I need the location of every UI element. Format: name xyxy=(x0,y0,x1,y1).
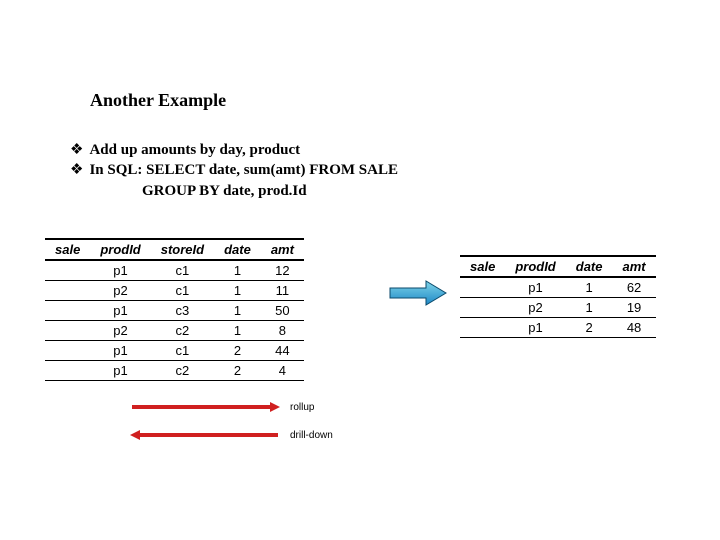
bullet-text: In SQL: SELECT date, sum(amt) FROM SALE xyxy=(89,160,398,180)
col-header: prodId xyxy=(90,239,150,260)
table-row: p2 1 19 xyxy=(460,298,656,318)
cell: p1 xyxy=(505,277,565,298)
cell: p1 xyxy=(90,301,150,321)
cell: c1 xyxy=(151,281,214,301)
source-table: sale prodId storeId date amt p1 c1 1 12 … xyxy=(45,238,304,381)
cell: 19 xyxy=(612,298,655,318)
cell: p1 xyxy=(90,341,150,361)
cell: c1 xyxy=(151,260,214,281)
arrow-right-icon xyxy=(388,278,448,313)
cell: 8 xyxy=(261,321,304,341)
cell: c2 xyxy=(151,321,214,341)
cell: p2 xyxy=(90,321,150,341)
bullet-item: ❖ In SQL: SELECT date, sum(amt) FROM SAL… xyxy=(70,160,398,180)
cell: c2 xyxy=(151,361,214,381)
cell: 48 xyxy=(612,318,655,338)
cell: p2 xyxy=(90,281,150,301)
cell: p2 xyxy=(505,298,565,318)
table-row: p1 c1 2 44 xyxy=(45,341,304,361)
drilldown-label: drill-down xyxy=(290,430,333,441)
diamond-icon: ❖ xyxy=(70,160,83,180)
cell: 1 xyxy=(566,277,613,298)
operation-arrows: rollup drill-down xyxy=(130,400,333,456)
cell: 44 xyxy=(261,341,304,361)
cell xyxy=(45,361,90,381)
bullet-list: ❖ Add up amounts by day, product ❖ In SQ… xyxy=(70,140,398,201)
bullet-subline: GROUP BY date, prod.Id xyxy=(142,181,398,201)
slide: Another Example ❖ Add up amounts by day,… xyxy=(0,0,720,540)
cell: 2 xyxy=(566,318,613,338)
cell: p1 xyxy=(90,361,150,381)
cell: 1 xyxy=(214,301,261,321)
cell xyxy=(45,321,90,341)
cell xyxy=(45,341,90,361)
arrow-left-red-icon xyxy=(130,429,280,441)
bullet-item: ❖ Add up amounts by day, product xyxy=(70,140,398,160)
col-header: amt xyxy=(612,256,655,277)
table-header-row: sale prodId date amt xyxy=(460,256,656,277)
cell xyxy=(45,281,90,301)
drilldown-row: drill-down xyxy=(130,428,333,442)
table-row: p2 c2 1 8 xyxy=(45,321,304,341)
cell xyxy=(45,301,90,321)
table-row: p1 c3 1 50 xyxy=(45,301,304,321)
col-header: prodId xyxy=(505,256,565,277)
table-row: p2 c1 1 11 xyxy=(45,281,304,301)
rollup-row: rollup xyxy=(130,400,333,414)
cell: 1 xyxy=(214,321,261,341)
cell: 11 xyxy=(261,281,304,301)
rollup-label: rollup xyxy=(290,402,314,413)
cell: 2 xyxy=(214,361,261,381)
cell: p1 xyxy=(505,318,565,338)
cell xyxy=(460,318,505,338)
cell: 1 xyxy=(566,298,613,318)
cell xyxy=(45,260,90,281)
cell: p1 xyxy=(90,260,150,281)
table-row: p1 c1 1 12 xyxy=(45,260,304,281)
bullet-text: Add up amounts by day, product xyxy=(89,140,300,160)
cell: 12 xyxy=(261,260,304,281)
slide-title: Another Example xyxy=(90,90,226,111)
table-header-row: sale prodId storeId date amt xyxy=(45,239,304,260)
table-row: p1 2 48 xyxy=(460,318,656,338)
col-header: date xyxy=(214,239,261,260)
cell: c3 xyxy=(151,301,214,321)
table-row: p1 1 62 xyxy=(460,277,656,298)
cell: 62 xyxy=(612,277,655,298)
col-header: sale xyxy=(460,256,505,277)
diamond-icon: ❖ xyxy=(70,140,83,160)
cell: 4 xyxy=(261,361,304,381)
col-header: sale xyxy=(45,239,90,260)
cell: 2 xyxy=(214,341,261,361)
table-row: p1 c2 2 4 xyxy=(45,361,304,381)
cell: c1 xyxy=(151,341,214,361)
col-header: storeId xyxy=(151,239,214,260)
arrow-right-red-icon xyxy=(130,401,280,413)
cell: 1 xyxy=(214,281,261,301)
col-header: date xyxy=(566,256,613,277)
cell: 1 xyxy=(214,260,261,281)
cell: 50 xyxy=(261,301,304,321)
cell xyxy=(460,277,505,298)
result-table: sale prodId date amt p1 1 62 p2 1 19 p1 xyxy=(460,255,656,338)
cell xyxy=(460,298,505,318)
col-header: amt xyxy=(261,239,304,260)
